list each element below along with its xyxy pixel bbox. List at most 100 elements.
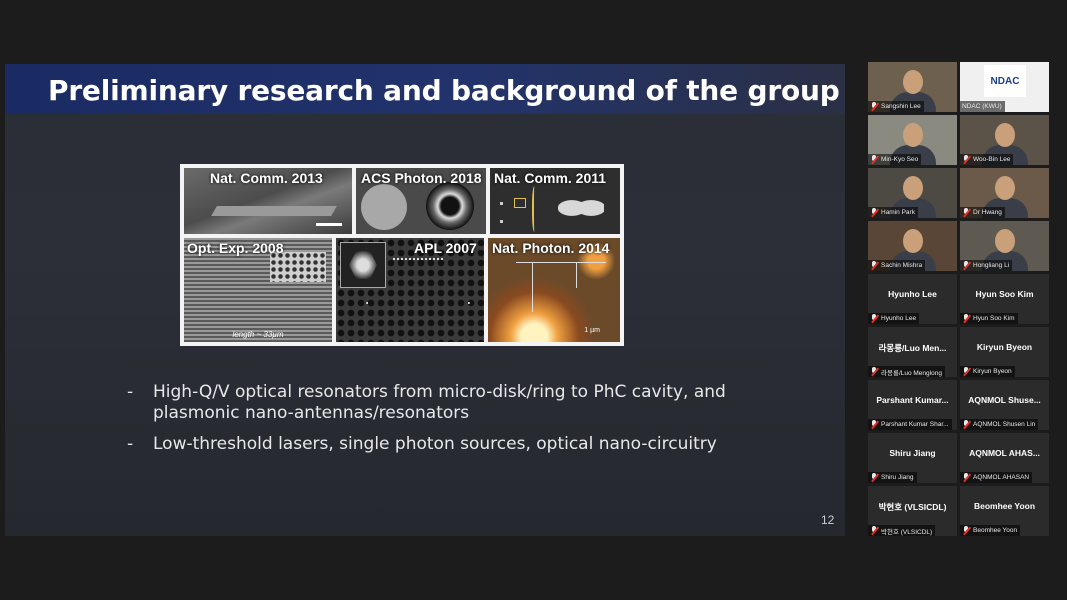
participant-name-bar: AQNMOL Shusen Lin	[960, 419, 1039, 430]
participant-name-bar: Shiru Jiang	[868, 472, 917, 483]
marker-dot	[500, 202, 503, 205]
muted-mic-icon	[870, 314, 878, 323]
muted-mic-icon	[962, 473, 970, 482]
zoom-bracket	[532, 186, 538, 232]
muted-mic-icon	[962, 420, 970, 429]
participant-name: Hongliang Li	[973, 262, 1010, 269]
bullet-marker: -	[127, 434, 134, 454]
waveguide	[516, 262, 606, 263]
participant-tile[interactable]: Hyunho Lee Hyunho Lee	[868, 274, 957, 324]
participant-name: Hamin Park	[881, 209, 915, 216]
participant-tile[interactable]: Dr Hwang	[960, 168, 1049, 218]
participant-display-name: Hyun Soo Kim	[975, 289, 1034, 299]
person-head	[995, 123, 1015, 147]
person-head	[903, 123, 923, 147]
participant-name: Min-Kyo Seo	[881, 156, 919, 163]
participant-name-bar: Min-Kyo Seo	[868, 154, 922, 165]
participant-name-bar: Dr Hwang	[960, 207, 1005, 218]
participant-name: Kiryun Byeon	[973, 368, 1012, 375]
participant-name: Hyun Soo Kim	[973, 315, 1015, 322]
participant-tile[interactable]: AQNMOL AHAS... AQNMOL AHASAN	[960, 433, 1049, 483]
participant-tile[interactable]: Kiryun Byeon Kiryun Byeon	[960, 327, 1049, 377]
page-number: 12	[821, 513, 835, 527]
participant-tile[interactable]: Hyun Soo Kim Hyun Soo Kim	[960, 274, 1049, 324]
participant-name-bar: Sachin Mishra	[868, 260, 926, 271]
participant-name: AQNMOL AHASAN	[973, 474, 1030, 481]
ring-mode-image	[426, 182, 474, 230]
marker-dot	[500, 220, 503, 223]
muted-mic-icon	[870, 367, 878, 376]
participant-display-name: 라몽룡/Luo Men...	[878, 343, 947, 353]
participant-name: Sachin Mishra	[881, 262, 923, 269]
participant-name-bar: Beomhee Yoon	[960, 525, 1021, 536]
muted-mic-icon	[870, 473, 878, 482]
waveguide	[576, 262, 577, 288]
participant-tile[interactable]: Hongliang Li	[960, 221, 1049, 271]
participant-name: 라몽룡/Luo Menglong	[881, 369, 942, 377]
muted-mic-icon	[870, 155, 878, 164]
participant-name: NDAC (KWU)	[962, 103, 1002, 110]
participant-tile[interactable]: Shiru Jiang Shiru Jiang	[868, 433, 957, 483]
figure-panel-nat-comm-2013: Nat. Comm. 2013	[184, 168, 352, 234]
waveguide	[532, 262, 533, 312]
participant-display-name: AQNMOL AHAS...	[969, 448, 1040, 458]
participant-name: Sangshin Lee	[881, 103, 921, 110]
person-head	[903, 70, 923, 94]
muted-mic-icon	[870, 420, 878, 429]
participant-display-name: 박현호 (VLSICDL)	[878, 502, 947, 512]
participant-tile[interactable]: 라몽룡/Luo Men... 라몽룡/Luo Menglong	[868, 327, 957, 377]
bullet-list: - High-Q/V optical resonators from micro…	[127, 382, 767, 465]
muted-mic-icon	[962, 367, 970, 376]
person-head	[903, 176, 923, 200]
participant-tile[interactable]: AQNMOL Shuse... AQNMOL Shusen Lin	[960, 380, 1049, 430]
muted-mic-icon	[962, 208, 970, 217]
scale-bar	[316, 223, 342, 226]
participant-name-bar: AQNMOL AHASAN	[960, 472, 1033, 483]
participant-name: 박현호 (VLSICDL)	[881, 528, 933, 536]
participant-tile[interactable]: NDAC NDAC (KWU)	[960, 62, 1049, 112]
participant-name: Dr Hwang	[973, 209, 1002, 216]
research-figure: Nat. Comm. 2013 ACS Photon. 2018 Nat. Co…	[180, 164, 624, 346]
nano-antenna-image	[558, 190, 604, 226]
suspended-beam-image	[211, 206, 337, 216]
panel-label: ACS Photon. 2018	[361, 170, 482, 186]
participant-name-bar: Sangshin Lee	[868, 101, 924, 112]
participant-tile[interactable]: Min-Kyo Seo	[868, 115, 957, 165]
muted-mic-icon	[962, 155, 970, 164]
participant-name-bar: Hongliang Li	[960, 260, 1013, 271]
participant-name-bar: Parshant Kumar Shar...	[868, 419, 952, 430]
muted-mic-icon	[962, 314, 970, 323]
participant-tile[interactable]: Sangshin Lee	[868, 62, 957, 112]
participant-tile[interactable]: Beomhee Yoon Beomhee Yoon	[960, 486, 1049, 536]
muted-mic-icon	[962, 526, 970, 535]
cavity-mode-inset	[340, 242, 386, 288]
lattice-inset	[270, 252, 326, 282]
participant-name-bar: 라몽룡/Luo Menglong	[868, 366, 945, 377]
panel-label: Opt. Exp. 2008	[187, 240, 284, 256]
ndac-logo: NDAC	[984, 65, 1026, 97]
participant-display-name: Beomhee Yoon	[973, 501, 1036, 511]
slide-title: Preliminary research and background of t…	[48, 74, 840, 107]
participant-name-bar: Hamin Park	[868, 207, 918, 218]
panel-label: Nat. Comm. 2013	[210, 170, 323, 186]
participant-name-bar: Hyunho Lee	[868, 313, 920, 324]
micro-disk-image	[361, 184, 407, 230]
panel-label: APL 2007	[414, 240, 477, 256]
participant-name: Beomhee Yoon	[973, 527, 1018, 534]
participant-tile[interactable]: Hamin Park	[868, 168, 957, 218]
length-label: length ~ 33µm	[232, 330, 284, 339]
bullet-item: - High-Q/V optical resonators from micro…	[127, 382, 767, 424]
zoom-box	[514, 198, 526, 208]
participant-tile[interactable]: Parshant Kumar... Parshant Kumar Shar...	[868, 380, 957, 430]
participant-tile[interactable]: 박현호 (VLSICDL) 박현호 (VLSICDL)	[868, 486, 957, 536]
participant-display-name: AQNMOL Shuse...	[968, 395, 1041, 405]
person-head	[995, 229, 1015, 253]
participant-name-bar: Kiryun Byeon	[960, 366, 1015, 377]
muted-mic-icon	[870, 208, 878, 217]
participant-tile[interactable]: Woo-Bin Lee	[960, 115, 1049, 165]
participant-name-bar: Hyun Soo Kim	[960, 313, 1018, 324]
participant-tile[interactable]: Sachin Mishra	[868, 221, 957, 271]
figure-panel-apl-2007: APL 2007	[336, 238, 484, 342]
person-head	[903, 229, 923, 253]
shared-slide: Preliminary research and background of t…	[5, 64, 845, 536]
